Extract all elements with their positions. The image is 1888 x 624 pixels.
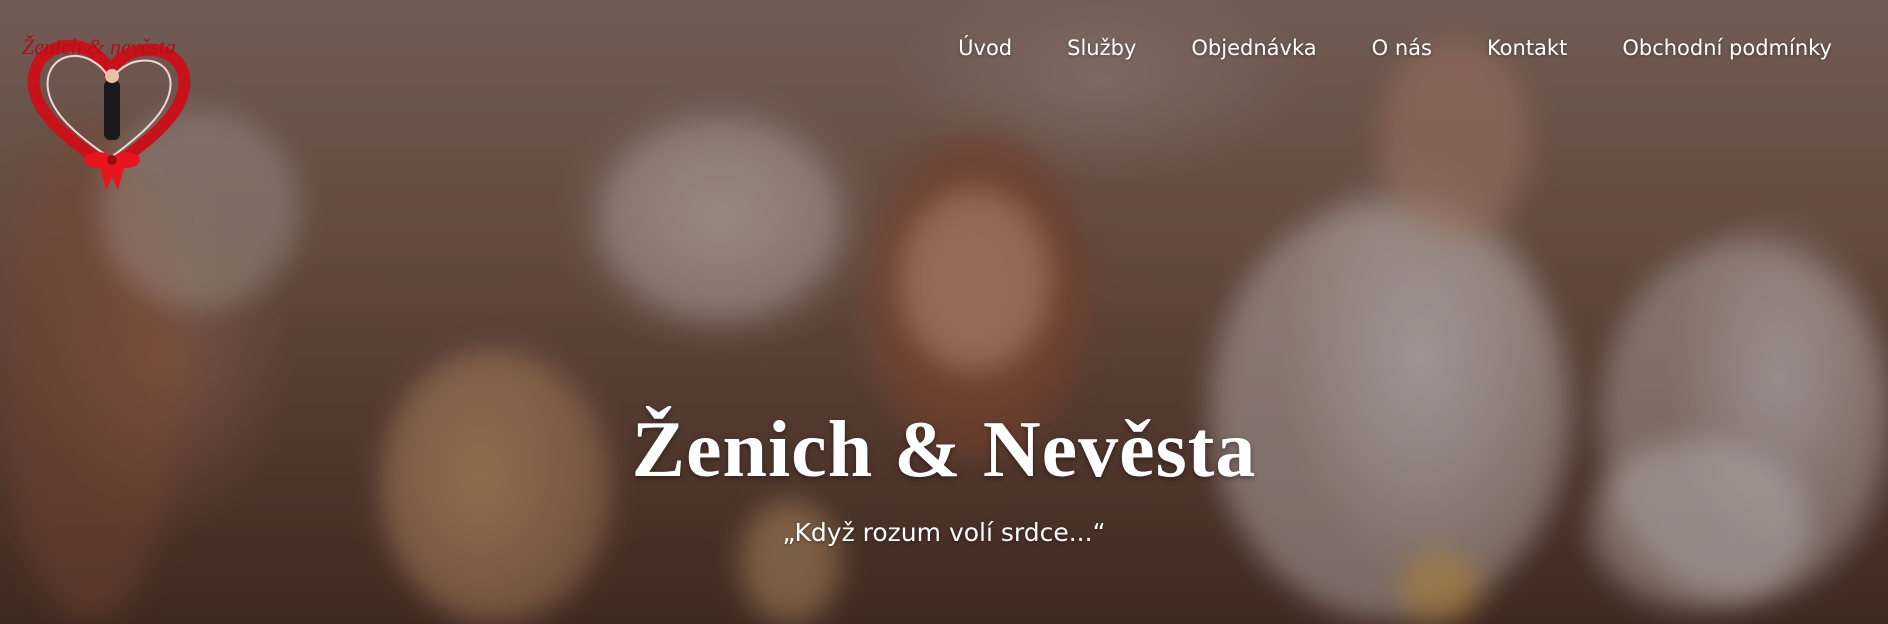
nav-item-obchodni-podminky[interactable]: Obchodní podmínky	[1622, 36, 1832, 60]
nav-item-sluzby[interactable]: Služby	[1067, 36, 1136, 60]
nav-item-kontakt[interactable]: Kontakt	[1487, 36, 1567, 60]
main-navigation: Úvod Služby Objednávka O nás Kontakt Obc…	[903, 36, 1832, 60]
hero-title: Ženich & Nevěsta	[631, 406, 1257, 494]
nav-item-uvod[interactable]: Úvod	[958, 36, 1012, 60]
hero-subtitle: „Když rozum volí srdce...“	[782, 518, 1106, 547]
nav-item-objednavka[interactable]: Objednávka	[1191, 36, 1316, 60]
site-logo[interactable]: Ženich & nevěsta	[18, 18, 218, 193]
nav-item-o-nas[interactable]: O nás	[1372, 36, 1432, 60]
svg-text:Ženich & nevěsta: Ženich & nevěsta	[22, 34, 176, 59]
heart-bow-logo-icon: Ženich & nevěsta	[22, 34, 191, 190]
